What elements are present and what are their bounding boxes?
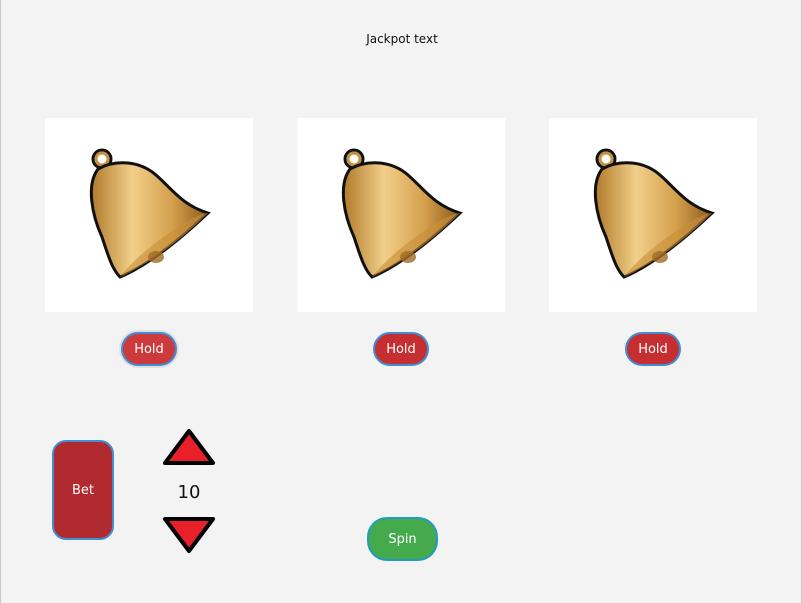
- hold-button-1[interactable]: Hold: [121, 332, 177, 366]
- reel-3: [549, 118, 757, 312]
- bet-amount: 10: [177, 482, 201, 503]
- bell-icon: [341, 148, 463, 279]
- slot-machine-window: Jackpot text Hold Hold Hold Bet 10 Spin: [0, 0, 802, 603]
- jackpot-text: Jackpot text: [366, 32, 438, 46]
- bet-button[interactable]: Bet: [52, 440, 114, 540]
- bell-icon: [593, 148, 715, 279]
- triangle-down-icon[interactable]: [162, 516, 216, 554]
- reel-1: [45, 118, 253, 312]
- triangle-up-icon[interactable]: [162, 428, 216, 466]
- hold-button-3[interactable]: Hold: [625, 332, 681, 366]
- spin-button[interactable]: Spin: [367, 517, 438, 561]
- hold-button-2[interactable]: Hold: [373, 332, 429, 366]
- bell-icon: [89, 148, 211, 279]
- reel-2: [297, 118, 505, 312]
